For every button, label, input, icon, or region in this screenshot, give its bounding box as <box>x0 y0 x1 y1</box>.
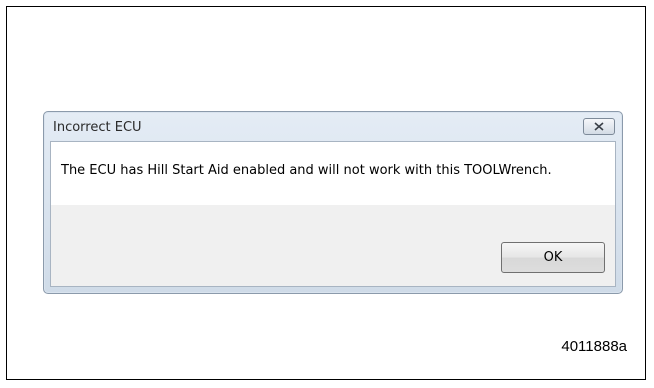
figure-id: 4011888a <box>561 338 627 355</box>
close-icon <box>594 122 604 131</box>
figure-frame: Incorrect ECU The ECU has Hill Start Aid… <box>6 6 646 380</box>
dialog-body: The ECU has Hill Start Aid enabled and w… <box>50 141 616 287</box>
dialog-title: Incorrect ECU <box>53 120 142 135</box>
ok-button[interactable]: OK <box>501 242 605 273</box>
close-button[interactable] <box>583 118 615 135</box>
message-area: The ECU has Hill Start Aid enabled and w… <box>51 142 615 205</box>
dialog-message: The ECU has Hill Start Aid enabled and w… <box>61 163 552 178</box>
dialog-titlebar[interactable]: Incorrect ECU <box>44 112 622 141</box>
incorrect-ecu-dialog: Incorrect ECU The ECU has Hill Start Aid… <box>43 111 623 294</box>
